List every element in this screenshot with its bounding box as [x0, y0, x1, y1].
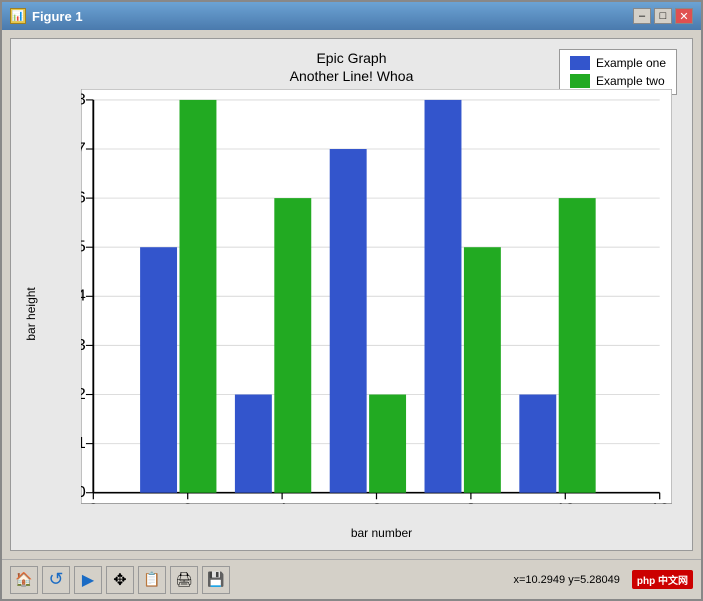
window-icon: 📊 — [10, 8, 26, 24]
minimize-button[interactable]: – — [633, 8, 651, 24]
chart-title-line2: Another Line! Whoa — [290, 67, 414, 85]
svg-text:3: 3 — [81, 337, 86, 354]
legend-item-one: Example one — [570, 56, 666, 70]
chart-area: Example one Example two Epic Graph Anoth… — [2, 30, 701, 559]
svg-text:7: 7 — [81, 141, 86, 158]
home-button[interactable]: 🏠 — [10, 566, 38, 594]
svg-text:8: 8 — [466, 502, 476, 504]
svg-text:2: 2 — [81, 386, 86, 403]
legend-label-two: Example two — [596, 74, 665, 88]
main-window: 📊 Figure 1 – □ ✕ Example one Example two — [0, 0, 703, 601]
svg-text:1: 1 — [81, 435, 86, 452]
window-title: Figure 1 — [32, 9, 83, 24]
svg-text:0: 0 — [81, 484, 86, 501]
legend-item-two: Example two — [570, 74, 666, 88]
y-axis-label: bar height — [21, 89, 41, 540]
svg-text:8: 8 — [81, 92, 86, 109]
legend: Example one Example two — [559, 49, 677, 95]
chart-title: Epic Graph Another Line! Whoa — [290, 49, 414, 85]
print-button[interactable]: 🖨 — [170, 566, 198, 594]
status-coords: x=10.2949 y=5.28049 — [513, 574, 619, 586]
svg-text:4: 4 — [81, 288, 86, 305]
chart-inner: bar height — [21, 89, 682, 540]
svg-text:2: 2 — [183, 502, 193, 504]
window-controls: – □ ✕ — [633, 8, 693, 24]
title-bar: 📊 Figure 1 – □ ✕ — [2, 2, 701, 30]
svg-text:6: 6 — [81, 190, 86, 207]
svg-text:10: 10 — [556, 502, 575, 504]
chart-container: Example one Example two Epic Graph Anoth… — [10, 38, 693, 551]
svg-text:4: 4 — [277, 502, 287, 504]
pan-button[interactable]: ✥ — [106, 566, 134, 594]
select-button[interactable]: 📋 — [138, 566, 166, 594]
chart-title-line1: Epic Graph — [290, 49, 414, 67]
forward-button[interactable]: ▶ — [74, 566, 102, 594]
svg-text:6: 6 — [372, 502, 382, 504]
maximize-button[interactable]: □ — [654, 8, 672, 24]
svg-text:0: 0 — [89, 502, 99, 504]
back-button[interactable]: ↺ — [42, 566, 70, 594]
svg-text:5: 5 — [81, 239, 86, 256]
close-button[interactable]: ✕ — [675, 8, 693, 24]
legend-color-one — [570, 56, 590, 70]
x-axis-label: bar number — [81, 526, 682, 540]
save-button[interactable]: 💾 — [202, 566, 230, 594]
legend-label-one: Example one — [596, 56, 666, 70]
php-badge: php 中文网 — [632, 570, 693, 589]
svg-text:12: 12 — [650, 502, 669, 504]
toolbar: 🏠 ↺ ▶ ✥ 📋 🖨 💾 x=10.2949 y=5.28049 php 中文… — [2, 559, 701, 599]
legend-color-two — [570, 74, 590, 88]
title-bar-left: 📊 Figure 1 — [10, 8, 83, 24]
